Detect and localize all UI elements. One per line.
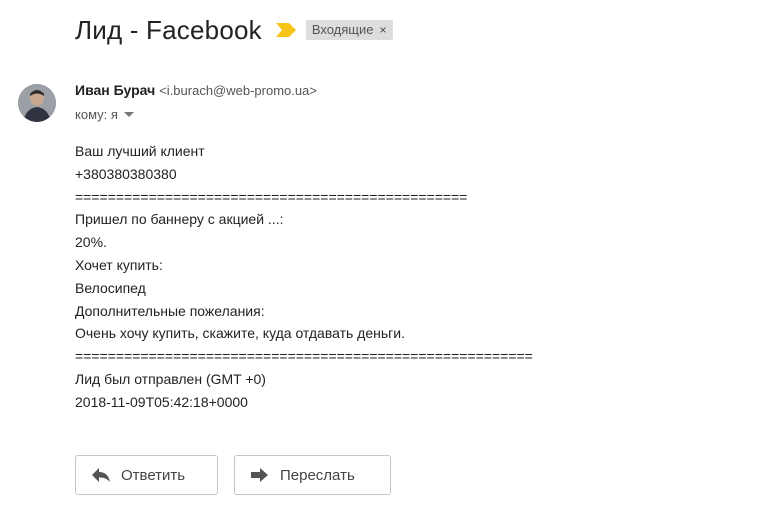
body-line: Очень хочу купить, скажите, куда отдават… bbox=[75, 325, 405, 342]
recipient-details-chevron-icon[interactable] bbox=[123, 112, 134, 117]
body-line: Дополнительные пожелания: bbox=[75, 302, 265, 319]
recipient-text: кому: я bbox=[75, 107, 118, 122]
body-line: ========================================… bbox=[75, 188, 468, 205]
body-line: Хочет купить: bbox=[75, 256, 163, 273]
avatar-photo-icon bbox=[18, 84, 56, 122]
body-line: +380380380380 bbox=[75, 165, 177, 182]
body-line: Ваш лучший клиент bbox=[75, 143, 205, 159]
body-line: Лид был отправлен (GMT +0) bbox=[75, 370, 266, 387]
recipient-line: кому: я bbox=[75, 107, 134, 122]
body-line: 20%. bbox=[75, 234, 107, 251]
reply-button[interactable]: Ответить bbox=[75, 455, 218, 495]
remove-label-icon[interactable]: × bbox=[380, 20, 387, 40]
sender-name[interactable]: Иван Бурач bbox=[75, 82, 155, 98]
email-subject: Лид - Facebook bbox=[75, 14, 262, 45]
sender-line: Иван Бурач <i.burach@web-promo.ua> bbox=[75, 82, 317, 98]
email-body: Ваш лучший клиент +380380380380 ========… bbox=[75, 140, 533, 414]
label-inbox-chip: Входящие × bbox=[305, 20, 393, 40]
forward-arrow-icon bbox=[251, 468, 268, 482]
avatar bbox=[18, 84, 56, 122]
email-subject-row: Лид - Facebook Входящие × bbox=[75, 12, 393, 48]
body-line: 2018-11-09T05:42:18+0000 bbox=[75, 393, 248, 410]
forward-button-label: Переслать bbox=[280, 466, 355, 484]
forward-button[interactable]: Переслать bbox=[234, 455, 391, 495]
importance-arrow-icon[interactable] bbox=[275, 23, 296, 37]
body-line: Велосипед bbox=[75, 279, 146, 296]
body-line: Пришел по баннеру с акцией ...: bbox=[75, 211, 284, 228]
label-inbox-text: Входящие bbox=[311, 22, 374, 37]
sender-email: <i.burach@web-promo.ua> bbox=[159, 83, 317, 98]
reply-button-label: Ответить bbox=[121, 466, 186, 484]
body-line: ========================================… bbox=[75, 348, 533, 365]
reply-arrow-icon bbox=[92, 468, 110, 482]
